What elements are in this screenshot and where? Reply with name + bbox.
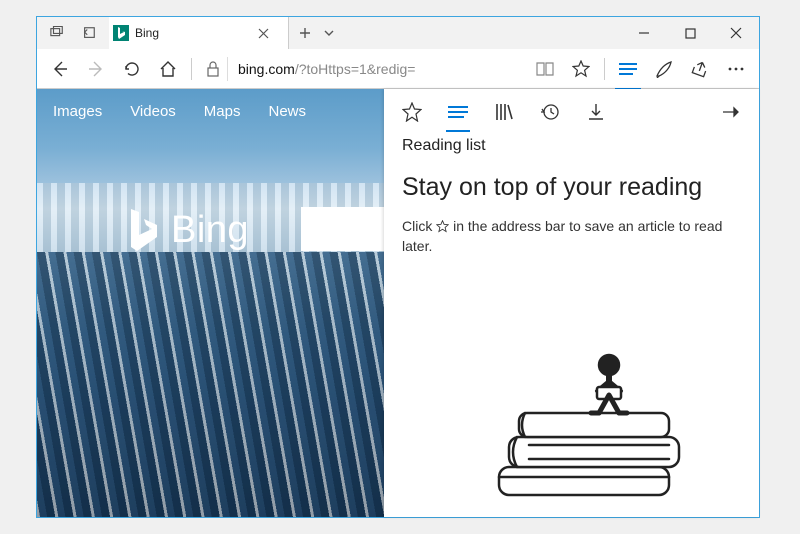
star-inline-icon <box>436 220 449 233</box>
minimize-button[interactable] <box>621 17 667 49</box>
tab-menu-chevron-icon[interactable] <box>317 21 341 45</box>
close-button[interactable] <box>713 17 759 49</box>
hub-downloads-icon[interactable] <box>576 92 616 132</box>
set-aside-tabs-icon[interactable] <box>77 21 101 45</box>
tab-preview-icon[interactable] <box>45 21 69 45</box>
bing-logo-icon <box>125 207 161 253</box>
refresh-button[interactable] <box>115 52 149 86</box>
tab-actions <box>289 17 345 49</box>
web-note-icon[interactable] <box>647 52 681 86</box>
nav-videos[interactable]: Videos <box>130 103 176 120</box>
add-favorite-icon[interactable] <box>564 52 598 86</box>
forward-button[interactable] <box>79 52 113 86</box>
share-icon[interactable] <box>683 52 717 86</box>
hub-desc-after: in the address bar to save an article to… <box>402 218 722 254</box>
hub-favorites-icon[interactable] <box>392 92 432 132</box>
browser-window: Bing bing.com/?toHttps= <box>36 16 760 518</box>
new-tab-button[interactable] <box>293 21 317 45</box>
hub-history-icon[interactable] <box>530 92 570 132</box>
url-host: bing.com <box>238 61 295 77</box>
url-path: /?toHttps=1&redig= <box>295 61 416 77</box>
hub-pin-icon[interactable] <box>711 92 751 132</box>
address-bar[interactable]: bing.com/?toHttps=1&redig= <box>198 54 526 84</box>
tab-title: Bing <box>135 26 252 40</box>
bing-favicon-icon <box>113 25 129 41</box>
reading-illustration <box>459 337 719 507</box>
toolbar: bing.com/?toHttps=1&redig= <box>37 49 759 89</box>
nav-news[interactable]: News <box>268 103 306 120</box>
close-tab-icon[interactable] <box>258 28 282 39</box>
nav-maps[interactable]: Maps <box>204 103 241 120</box>
reading-view-icon[interactable] <box>528 52 562 86</box>
hub-books-icon[interactable] <box>484 92 524 132</box>
maximize-button[interactable] <box>667 17 713 49</box>
hub-panel: Reading list Stay on top of your reading… <box>384 89 759 517</box>
hub-body: Stay on top of your reading Click in the… <box>384 165 759 265</box>
content-area: Images Videos Maps News Bing Reading lis <box>37 89 759 517</box>
url-text: bing.com/?toHttps=1&redig= <box>228 61 415 77</box>
hub-reading-list-icon[interactable] <box>438 92 478 132</box>
nav-images[interactable]: Images <box>53 103 102 120</box>
hub-tabs <box>384 89 759 135</box>
more-icon[interactable] <box>719 52 753 86</box>
title-bar: Bing <box>37 17 759 49</box>
hub-button[interactable] <box>611 52 645 86</box>
tab-strip-controls <box>37 17 109 49</box>
separator <box>604 58 605 80</box>
bing-logo: Bing <box>125 207 249 253</box>
home-button[interactable] <box>151 52 185 86</box>
hub-headline: Stay on top of your reading <box>402 173 741 202</box>
lock-icon <box>198 57 228 81</box>
window-controls <box>621 17 759 49</box>
bing-wordmark: Bing <box>171 209 249 252</box>
hub-section-title: Reading list <box>384 135 759 165</box>
back-button[interactable] <box>43 52 77 86</box>
hub-desc-before: Click <box>402 218 436 234</box>
browser-tab[interactable]: Bing <box>109 17 289 49</box>
separator <box>191 58 192 80</box>
hub-description: Click in the address bar to save an arti… <box>402 216 741 257</box>
